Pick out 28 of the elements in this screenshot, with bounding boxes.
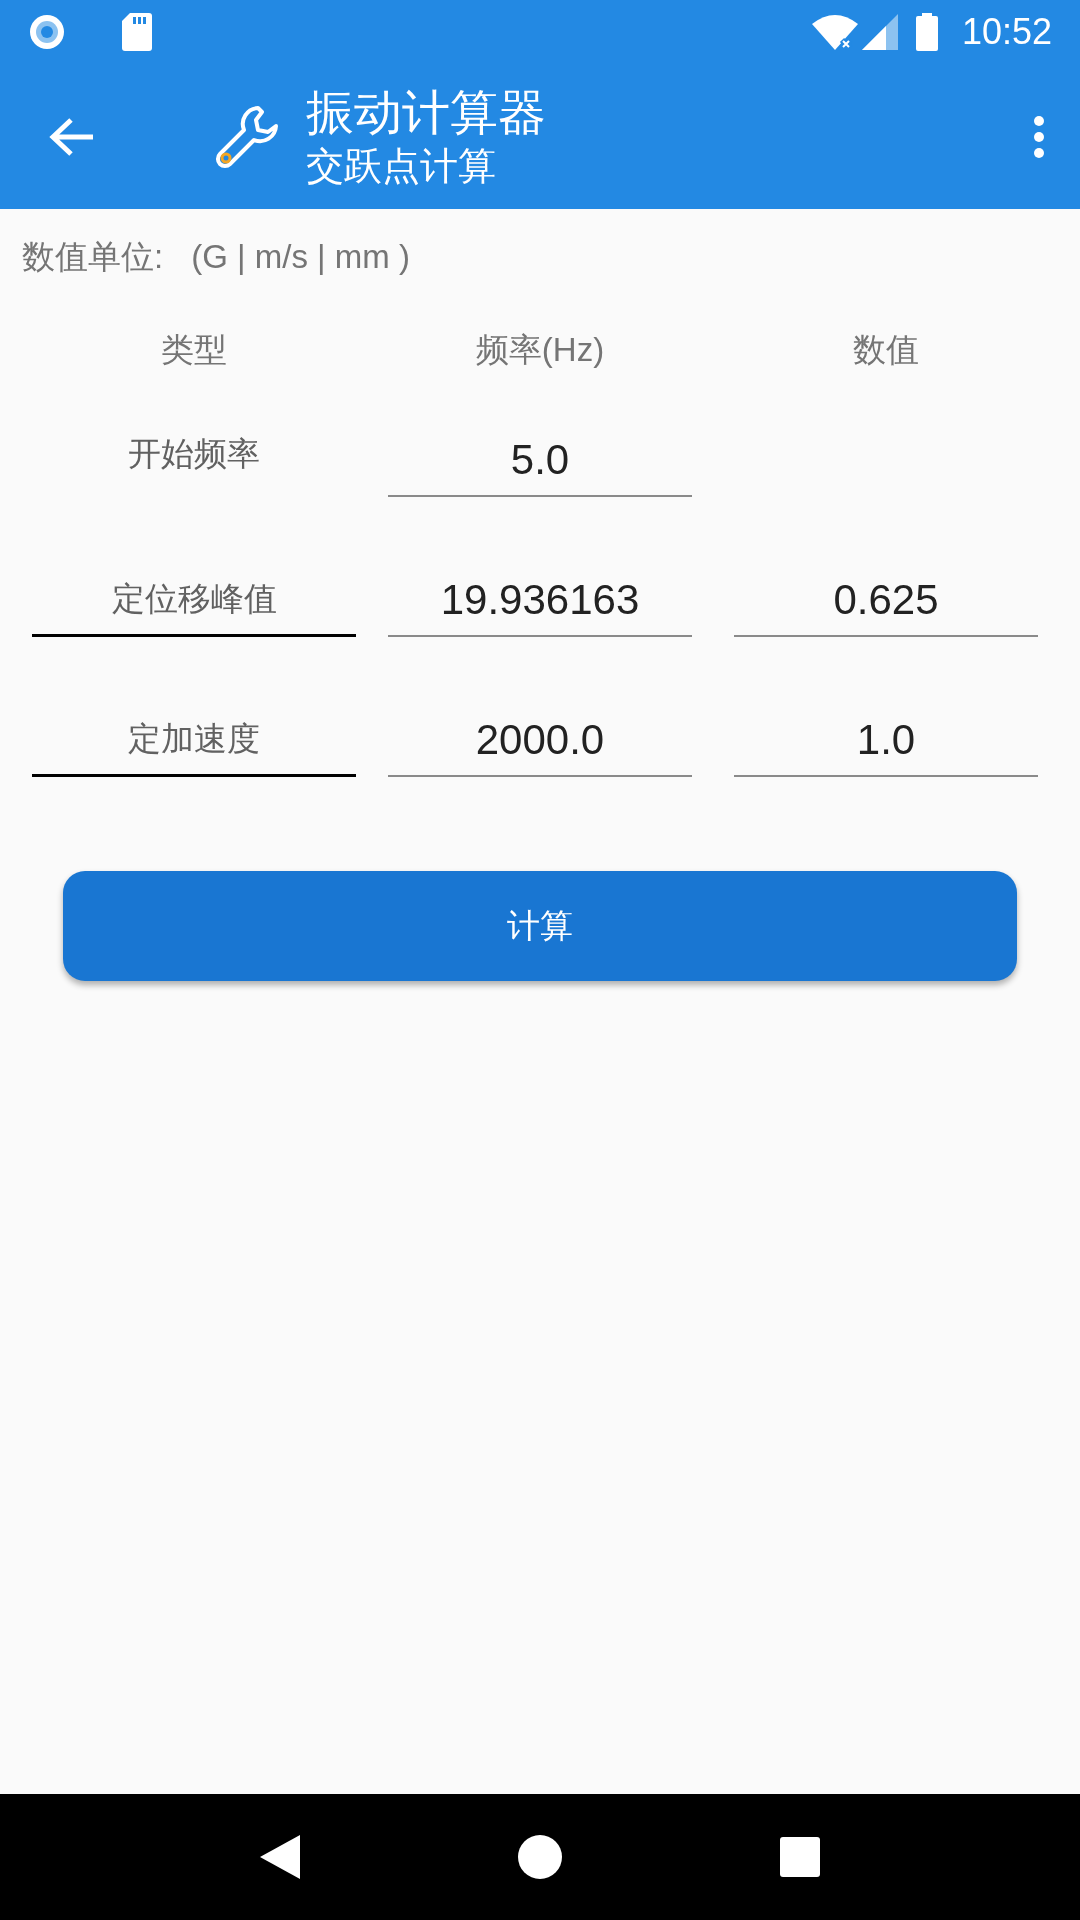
clock-time: 10:52 <box>961 10 1052 54</box>
home-circle-icon <box>518 1835 562 1879</box>
calculate-button[interactable]: 计算 <box>63 871 1017 981</box>
back-triangle-icon <box>260 1835 300 1879</box>
input-field[interactable]: 19.936163 <box>388 563 692 637</box>
battery-icon <box>915 13 938 51</box>
wifi-icon <box>811 14 858 50</box>
units-value: (G | m/s | mm ) <box>191 237 410 278</box>
column-header: 类型 <box>160 330 228 371</box>
wrench-icon <box>214 103 280 170</box>
input-field[interactable]: 5.0 <box>388 423 692 497</box>
recents-square-icon <box>780 1837 820 1877</box>
type-label: 开始频率 <box>127 434 261 474</box>
app-title: 振动计算器 <box>306 84 546 141</box>
type-dropdown[interactable]: 定位移峰值 <box>32 563 356 637</box>
units-label: 数值单位: <box>22 237 164 278</box>
back-arrow-icon <box>49 116 95 157</box>
column-header: 频率(Hz) <box>474 330 606 371</box>
input-field[interactable]: 2000.0 <box>388 703 692 777</box>
column-header: 数值 <box>852 330 920 371</box>
input-field[interactable]: 0.625 <box>734 563 1038 637</box>
signal-icon <box>861 14 898 50</box>
sd-card-icon <box>122 13 152 51</box>
type-dropdown[interactable]: 定加速度 <box>32 703 356 777</box>
app-subtitle: 交跃点计算 <box>306 143 497 189</box>
radio-icon <box>28 13 66 51</box>
more-options-icon <box>1033 114 1045 159</box>
input-field[interactable]: 1.0 <box>734 703 1038 777</box>
